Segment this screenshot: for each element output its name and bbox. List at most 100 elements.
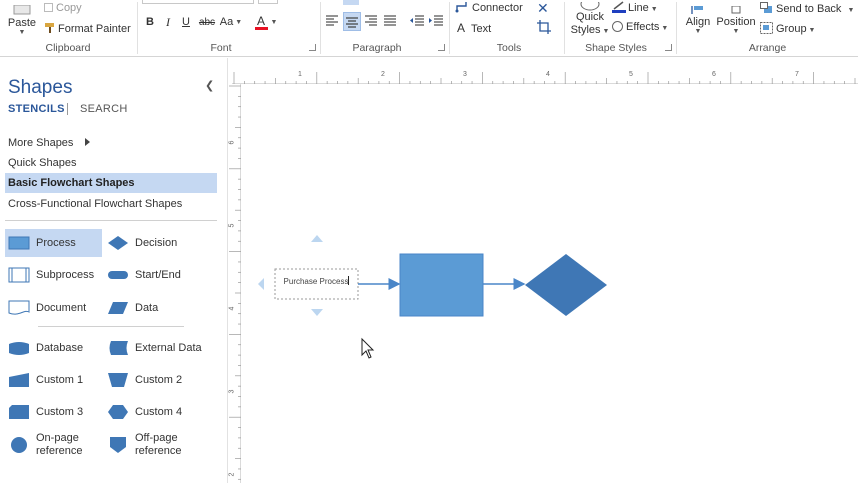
shape-start-end[interactable]: Start/End — [104, 261, 216, 289]
position-button[interactable]: Position ▼ — [715, 0, 757, 40]
effects-button[interactable]: Effects ▼ — [612, 21, 668, 33]
vertical-ruler[interactable]: 6 5 4 3 2 — [228, 84, 241, 483]
collapse-pane-button[interactable]: ❮ — [205, 79, 214, 92]
autoconnect-left-arrow[interactable] — [258, 278, 264, 290]
tools-group-label: Tools — [496, 42, 522, 54]
autoconnect-down-arrow[interactable] — [311, 309, 323, 316]
ruler-label: 1 — [298, 71, 302, 78]
font-color-button[interactable]: A ▼ — [253, 12, 279, 32]
mouse-pointer-icon — [361, 337, 375, 359]
shape-external-data[interactable]: External Data — [104, 334, 216, 362]
send-to-back-button[interactable]: Send to Back ▼ — [760, 2, 854, 15]
copy-button[interactable]: Copy — [44, 2, 82, 14]
paste-label: Paste — [7, 16, 37, 29]
tab-search[interactable]: SEARCH — [80, 103, 128, 115]
shape-process[interactable]: Process — [5, 229, 102, 257]
copy-icon — [44, 3, 53, 12]
font-name-box[interactable] — [142, 0, 254, 4]
process-icon — [8, 236, 30, 250]
italic-button[interactable]: I — [162, 14, 174, 30]
bold-button[interactable]: B — [143, 14, 157, 30]
shape-subprocess[interactable]: Subprocess — [5, 261, 102, 289]
format-painter-button[interactable]: Format Painter — [44, 22, 131, 35]
justify-icon — [384, 15, 396, 26]
tab-stencils[interactable]: STENCILS — [8, 103, 65, 115]
ruler-label: 3 — [463, 71, 467, 78]
crop-tool-button[interactable] — [537, 20, 551, 37]
ruler-label: 6 — [712, 71, 716, 78]
paste-button[interactable]: Paste ▼ — [6, 0, 38, 40]
copy-label: Copy — [56, 2, 82, 14]
chevron-down-icon: ▼ — [270, 18, 278, 26]
stencil-quick-shapes[interactable]: Quick Shapes — [5, 153, 217, 173]
custom-3-icon — [9, 405, 29, 419]
shape-database[interactable]: Database — [5, 334, 102, 362]
horizontal-ruler[interactable]: 1 2 3 4 5 6 7 — [232, 71, 858, 84]
close-tool-button[interactable]: ✕ — [537, 0, 549, 17]
paragraph-dialog-launcher-icon[interactable] — [438, 44, 445, 51]
font-size-box[interactable] — [258, 0, 278, 4]
font-color-icon: A — [254, 15, 268, 30]
change-case-button[interactable]: Aa ▼ — [218, 14, 244, 30]
ribbon-separator — [676, 2, 677, 54]
shapes-pane-title: Shapes — [8, 77, 73, 98]
chevron-down-icon: ▼ — [235, 18, 243, 26]
align-button[interactable]: Align ▼ — [682, 0, 714, 40]
change-case-label: Aa — [219, 16, 234, 28]
shape-data[interactable]: Data — [104, 294, 216, 322]
align-left-button[interactable] — [325, 14, 341, 30]
increase-indent-button[interactable] — [428, 14, 444, 30]
document-icon — [8, 300, 30, 315]
shape-off-page-reference[interactable]: Off-page reference — [104, 429, 216, 461]
shape-custom-2[interactable]: Custom 2 — [104, 366, 216, 394]
justify-button[interactable] — [383, 14, 399, 30]
underline-button[interactable]: U — [180, 14, 192, 30]
quick-styles-button[interactable]: Quick Styles ▼ — [570, 0, 610, 40]
stencil-label: Quick Shapes — [8, 157, 77, 169]
stencil-cross-functional[interactable]: Cross-Functional Flowchart Shapes — [5, 194, 217, 214]
ribbon-separator — [449, 2, 450, 54]
decrease-indent-icon — [410, 15, 424, 26]
shape-label: Decision — [135, 237, 178, 249]
drawing-canvas[interactable]: Purchase Process — [241, 85, 858, 483]
shape-label: On-page reference — [36, 432, 83, 457]
start-end-icon — [108, 271, 128, 279]
line-button[interactable]: Line ▼ — [612, 1, 658, 16]
shape-document[interactable]: Document — [5, 294, 102, 322]
group-button[interactable]: Group ▼ — [760, 22, 815, 35]
connector-label: Connector — [472, 2, 523, 14]
stencil-basic-flowchart[interactable]: Basic Flowchart Shapes — [5, 173, 217, 193]
chevron-down-icon: ▼ — [847, 7, 855, 14]
font-dialog-launcher-icon[interactable] — [309, 44, 316, 51]
pane-divider — [5, 220, 217, 221]
connector-tool-button[interactable]: Connector — [455, 1, 523, 14]
autoconnect-up-arrow[interactable] — [311, 235, 323, 242]
align-center-button[interactable] — [343, 12, 361, 31]
shape-on-page-reference[interactable]: On-page reference — [5, 429, 102, 461]
shape-styles-dialog-launcher-icon[interactable] — [665, 44, 672, 51]
text-tool-button[interactable]: A Text — [457, 21, 491, 35]
text-shape-label[interactable]: Purchase Process — [275, 276, 358, 286]
group-icon — [760, 22, 773, 34]
shape-decision[interactable]: Decision — [104, 229, 216, 257]
ribbon: Paste ▼ Copy Format Painter Clipboard B … — [0, 0, 858, 57]
align-right-button[interactable] — [364, 14, 380, 30]
shape-custom-3[interactable]: Custom 3 — [5, 398, 102, 426]
shape-custom-1[interactable]: Custom 1 — [5, 366, 102, 394]
effects-icon — [612, 21, 623, 32]
stencil-more-shapes[interactable]: More Shapes — [5, 133, 217, 153]
shape-custom-4[interactable]: Custom 4 — [104, 398, 216, 426]
decision-shape[interactable] — [525, 254, 607, 316]
decrease-indent-button[interactable] — [409, 14, 425, 30]
process-shape[interactable] — [399, 253, 484, 317]
shape-label: External Data — [135, 342, 202, 354]
horizontal-ruler-ticks — [233, 72, 856, 84]
strikethrough-button[interactable]: abc — [197, 14, 217, 30]
chevron-down-icon: ▼ — [648, 6, 658, 13]
quick-styles-label-1: Quick — [575, 10, 605, 23]
ribbon-separator — [137, 2, 138, 54]
custom-2-icon — [108, 373, 128, 387]
chevron-down-icon: ▼ — [732, 27, 740, 35]
align-center-icon — [346, 17, 358, 28]
paragraph-top-button[interactable] — [343, 0, 359, 5]
